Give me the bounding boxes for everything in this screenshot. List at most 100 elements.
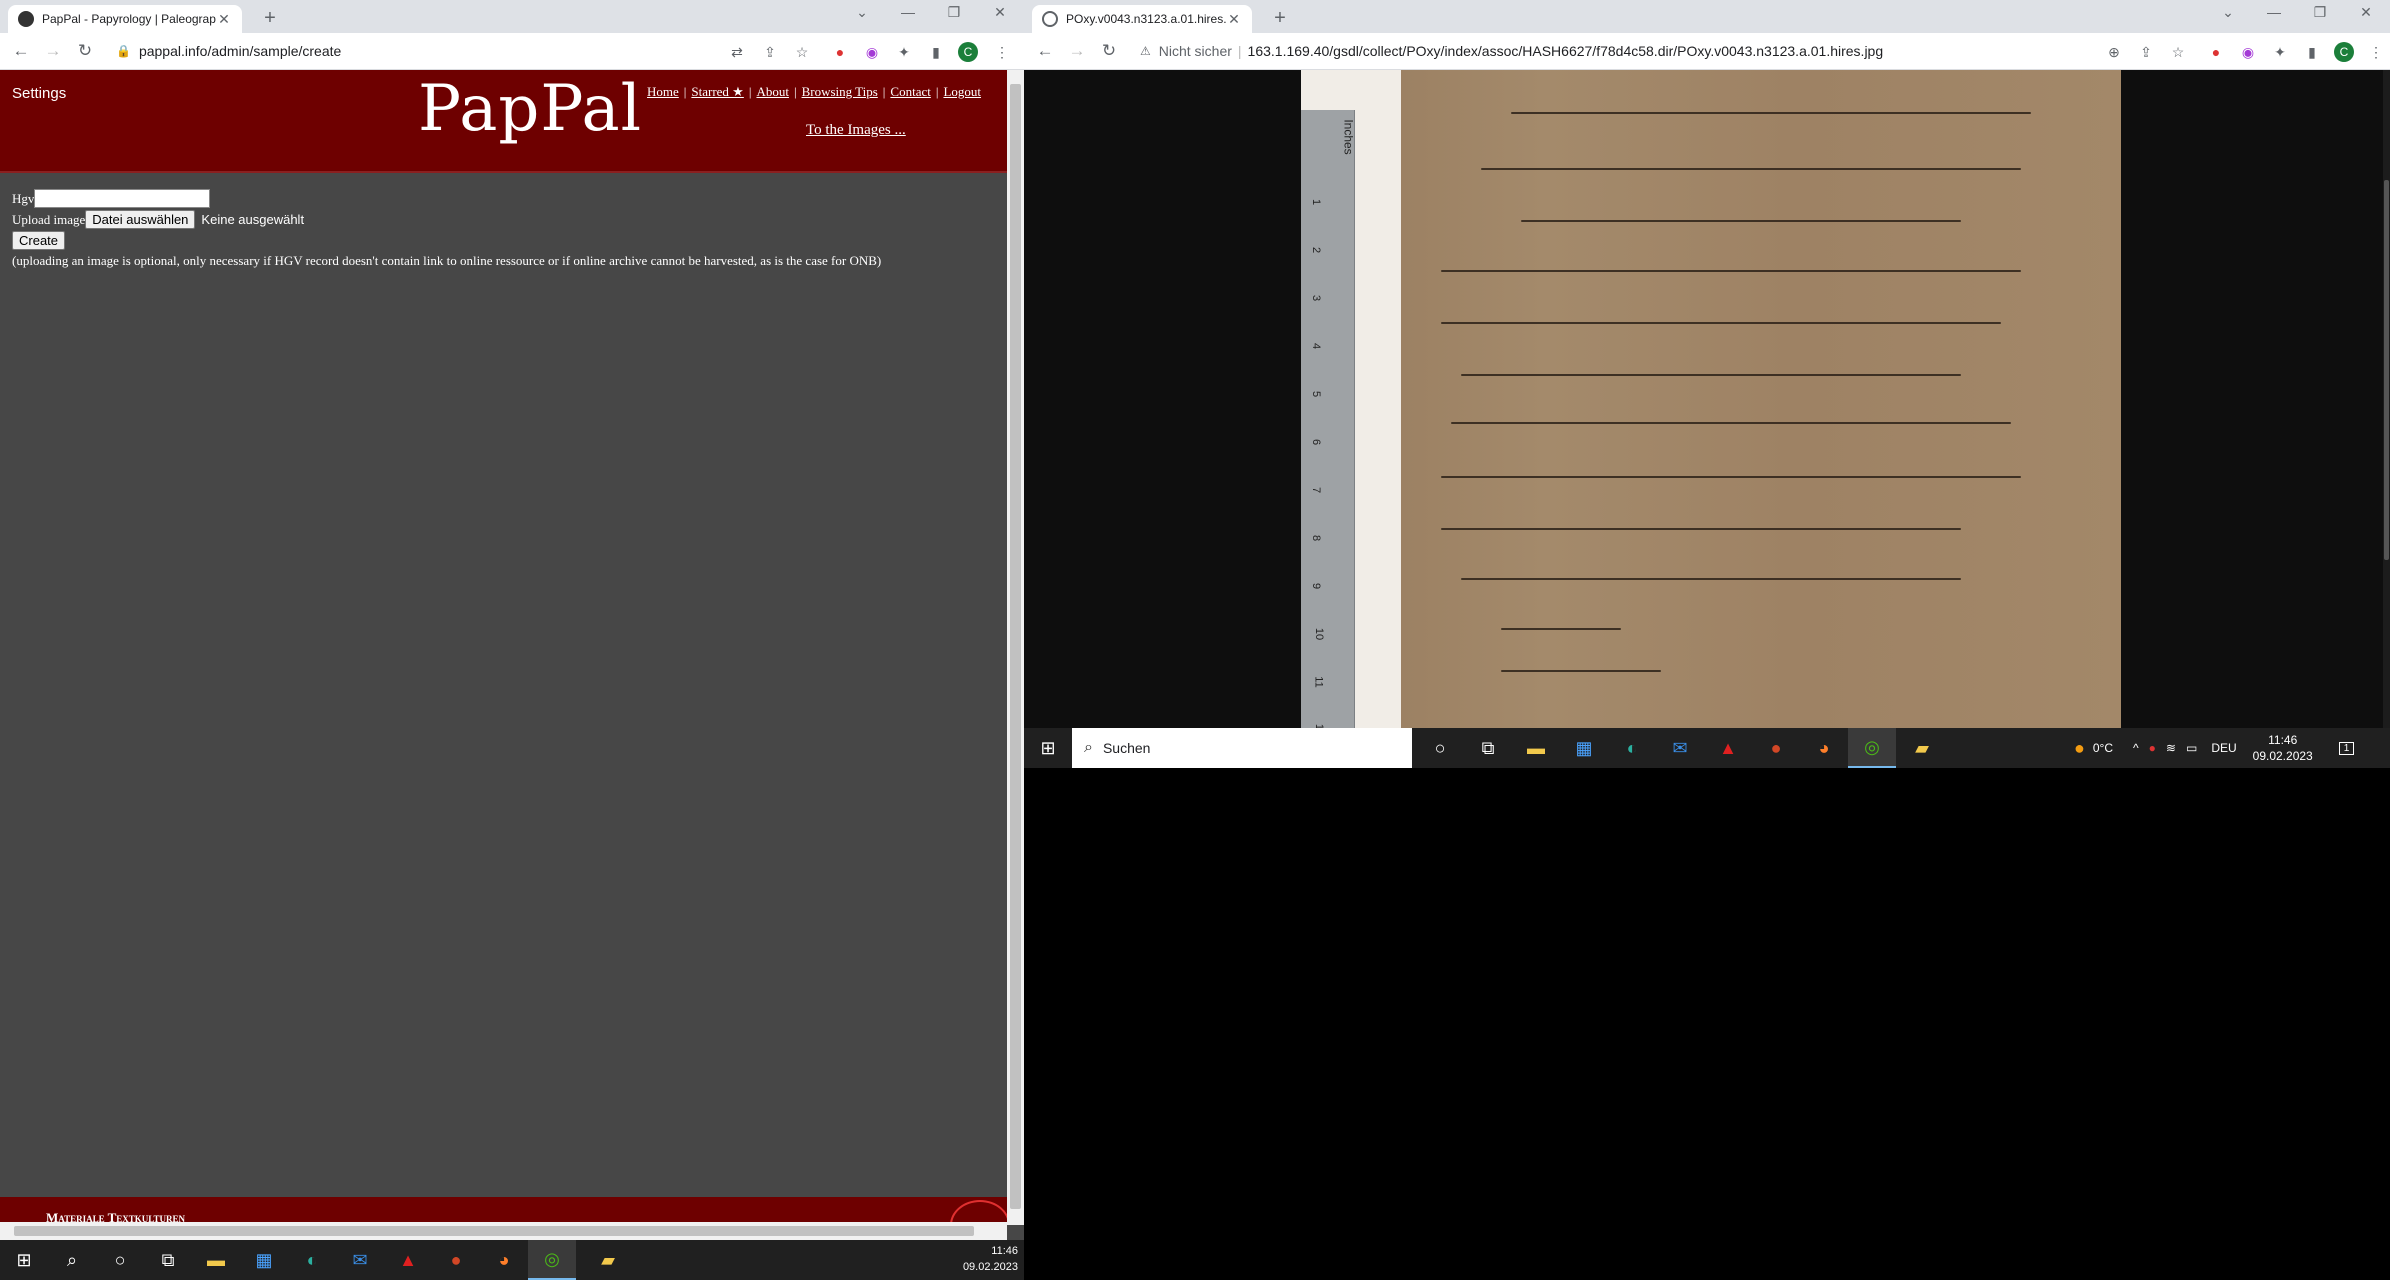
close-window-icon[interactable]: ✕ xyxy=(2346,4,2386,21)
scroll-thumb[interactable] xyxy=(1010,84,1021,1209)
menu-kebab-icon[interactable]: ⋮ xyxy=(2366,42,2386,62)
sticky-app-icon[interactable]: ▰ xyxy=(584,1240,632,1280)
weather-sun-icon[interactable]: ● xyxy=(2074,738,2085,759)
weather-temp[interactable]: 0°C xyxy=(2093,741,2113,755)
store-icon[interactable]: ▦ xyxy=(240,1240,288,1280)
tray-app-icon[interactable]: ● xyxy=(2149,741,2156,755)
vertical-scrollbar[interactable] xyxy=(1007,70,1024,1225)
nav-browsing-tips[interactable]: Browsing Tips xyxy=(802,84,878,99)
extension-red-icon[interactable]: ● xyxy=(830,42,850,62)
edge-icon[interactable]: ◐ xyxy=(288,1240,336,1280)
acrobat-icon[interactable]: ▲ xyxy=(384,1240,432,1280)
to-images-link[interactable]: To the Images ... xyxy=(806,122,906,139)
chrome-icon[interactable]: ◎ xyxy=(1848,728,1896,768)
nav-home[interactable]: Home xyxy=(647,84,679,99)
share-icon[interactable]: ⇪ xyxy=(760,42,780,62)
hgv-input[interactable] xyxy=(34,189,211,208)
clock-time: 11:46 xyxy=(2268,733,2298,747)
profile-avatar[interactable]: C xyxy=(958,42,978,62)
create-sample-form: Hgv Upload image Datei auswählen Keine a… xyxy=(12,188,881,269)
scroll-thumb[interactable] xyxy=(2384,180,2389,560)
nav-logout[interactable]: Logout xyxy=(943,84,981,99)
taskbar-clock[interactable]: 11:46 09.02.2023 xyxy=(2253,732,2313,764)
search-icon[interactable]: ⌕ xyxy=(48,1240,96,1280)
vertical-scrollbar[interactable] xyxy=(2383,70,2390,728)
taskbar-clock[interactable]: 11:46 09.02.2023 xyxy=(950,1243,1018,1275)
task-view-icon[interactable]: ⧉ xyxy=(144,1240,192,1280)
share-icon[interactable]: ⇪ xyxy=(2136,42,2156,62)
file-explorer-icon[interactable]: ▬ xyxy=(192,1240,240,1280)
powerpoint-icon[interactable]: ● xyxy=(432,1240,480,1280)
chrome-icon[interactable]: ◎ xyxy=(528,1240,576,1280)
scroll-thumb[interactable] xyxy=(14,1226,974,1236)
minimize-icon[interactable]: — xyxy=(2254,4,2294,20)
address-bar[interactable]: 🔒 pappal.info/admin/sample/create xyxy=(106,37,716,65)
firefox-icon[interactable]: ◕ xyxy=(1800,728,1848,768)
restore-icon[interactable]: ❐ xyxy=(934,4,974,21)
edge-icon[interactable]: ◐ xyxy=(1608,728,1656,768)
mail-icon[interactable]: ✉ xyxy=(336,1240,384,1280)
tab-search-icon[interactable]: ⌄ xyxy=(842,4,882,21)
pappal-page: Settings PapPal Home | Starred ★ | About | Bro… xyxy=(0,70,1007,1225)
sidepanel-icon[interactable]: ▮ xyxy=(926,42,946,62)
notification-icon[interactable]: 1 xyxy=(2338,741,2355,755)
new-tab-icon[interactable]: + xyxy=(258,7,282,30)
file-explorer-icon[interactable]: ▬ xyxy=(1512,728,1560,768)
translate-icon[interactable]: ⇄ xyxy=(727,42,747,62)
nav-contact[interactable]: Contact xyxy=(890,84,930,99)
store-icon[interactable]: ▦ xyxy=(1560,728,1608,768)
profile-avatar[interactable]: C xyxy=(2334,42,2354,62)
horizontal-scrollbar[interactable] xyxy=(0,1222,1007,1240)
new-tab-icon[interactable]: + xyxy=(1268,7,1292,30)
back-icon[interactable]: ← xyxy=(10,41,32,61)
close-tab-icon[interactable]: ✕ xyxy=(1226,11,1242,28)
task-view-icon[interactable]: ⧉ xyxy=(1464,728,1512,768)
pappal-logo[interactable]: PapPal xyxy=(418,72,642,146)
forward-icon[interactable]: → xyxy=(1066,41,1088,61)
extension-red-icon[interactable]: ● xyxy=(2206,42,2226,62)
sticky-app-icon[interactable]: ▰ xyxy=(1898,728,1946,768)
address-bar[interactable]: ⚠ Nicht sicher | 163.1.169.40/gsdl/colle… xyxy=(1130,37,2100,65)
extension-purple-icon[interactable]: ◉ xyxy=(2238,42,2258,62)
tab-pappal[interactable]: PapPal - Papyrology | Paleograph ✕ xyxy=(8,5,242,33)
zoom-icon[interactable]: ⊕ xyxy=(2104,42,2124,62)
settings-link[interactable]: Settings xyxy=(12,85,66,102)
windows-start-icon[interactable]: ⊞ xyxy=(1024,728,1072,768)
ruler-tick: 11 xyxy=(1312,676,1325,688)
tab-image[interactable]: POxy.v0043.n3123.a.01.hires.jpg ✕ xyxy=(1032,5,1252,33)
firefox-icon[interactable]: ◕ xyxy=(480,1240,528,1280)
forward-icon[interactable]: → xyxy=(42,41,64,61)
acrobat-icon[interactable]: ▲ xyxy=(1704,728,1752,768)
powerpoint-icon[interactable]: ● xyxy=(1752,728,1800,768)
cortana-icon[interactable]: ○ xyxy=(96,1240,144,1280)
language-indicator[interactable]: DEU xyxy=(2211,741,2236,755)
create-button[interactable]: Create xyxy=(12,231,66,250)
battery-icon[interactable]: ▭ xyxy=(2186,741,2197,755)
cortana-icon[interactable]: ○ xyxy=(1416,728,1464,768)
nav-about[interactable]: About xyxy=(756,84,789,99)
menu-kebab-icon[interactable]: ⋮ xyxy=(992,42,1012,62)
tab-search-icon[interactable]: ⌄ xyxy=(2208,4,2248,21)
mail-icon[interactable]: ✉ xyxy=(1656,728,1704,768)
minimize-icon[interactable]: — xyxy=(888,4,928,20)
extensions-puzzle-icon[interactable]: ✦ xyxy=(894,42,914,62)
reload-icon[interactable]: ↻ xyxy=(1098,41,1120,61)
back-icon[interactable]: ← xyxy=(1034,41,1056,61)
sidepanel-icon[interactable]: ▮ xyxy=(2302,42,2322,62)
extensions-puzzle-icon[interactable]: ✦ xyxy=(2270,42,2290,62)
close-window-icon[interactable]: ✕ xyxy=(980,4,1020,21)
restore-icon[interactable]: ❐ xyxy=(2300,4,2340,21)
nav-starred[interactable]: Starred ★ xyxy=(691,84,743,99)
reload-icon[interactable]: ↻ xyxy=(74,41,96,61)
close-tab-icon[interactable]: ✕ xyxy=(216,11,232,28)
bookmark-star-icon[interactable]: ☆ xyxy=(2168,42,2188,62)
bookmark-star-icon[interactable]: ☆ xyxy=(792,42,812,62)
choose-file-button[interactable]: Datei auswählen xyxy=(85,210,196,229)
taskbar-search[interactable]: ⌕ Suchen xyxy=(1072,728,1412,768)
extension-purple-icon[interactable]: ◉ xyxy=(862,42,882,62)
tray-chevron-icon[interactable]: ^ xyxy=(2133,741,2139,755)
papyrus-image[interactable]: Inches 1 2 3 4 5 6 7 8 9 10 11 12 xyxy=(1301,70,2121,728)
right-tab-strip: POxy.v0043.n3123.a.01.hires.jpg ✕ + ⌄ — … xyxy=(1024,0,2390,33)
wifi-icon[interactable]: ≋ xyxy=(2166,741,2176,755)
windows-start-icon[interactable]: ⊞ xyxy=(0,1240,48,1280)
